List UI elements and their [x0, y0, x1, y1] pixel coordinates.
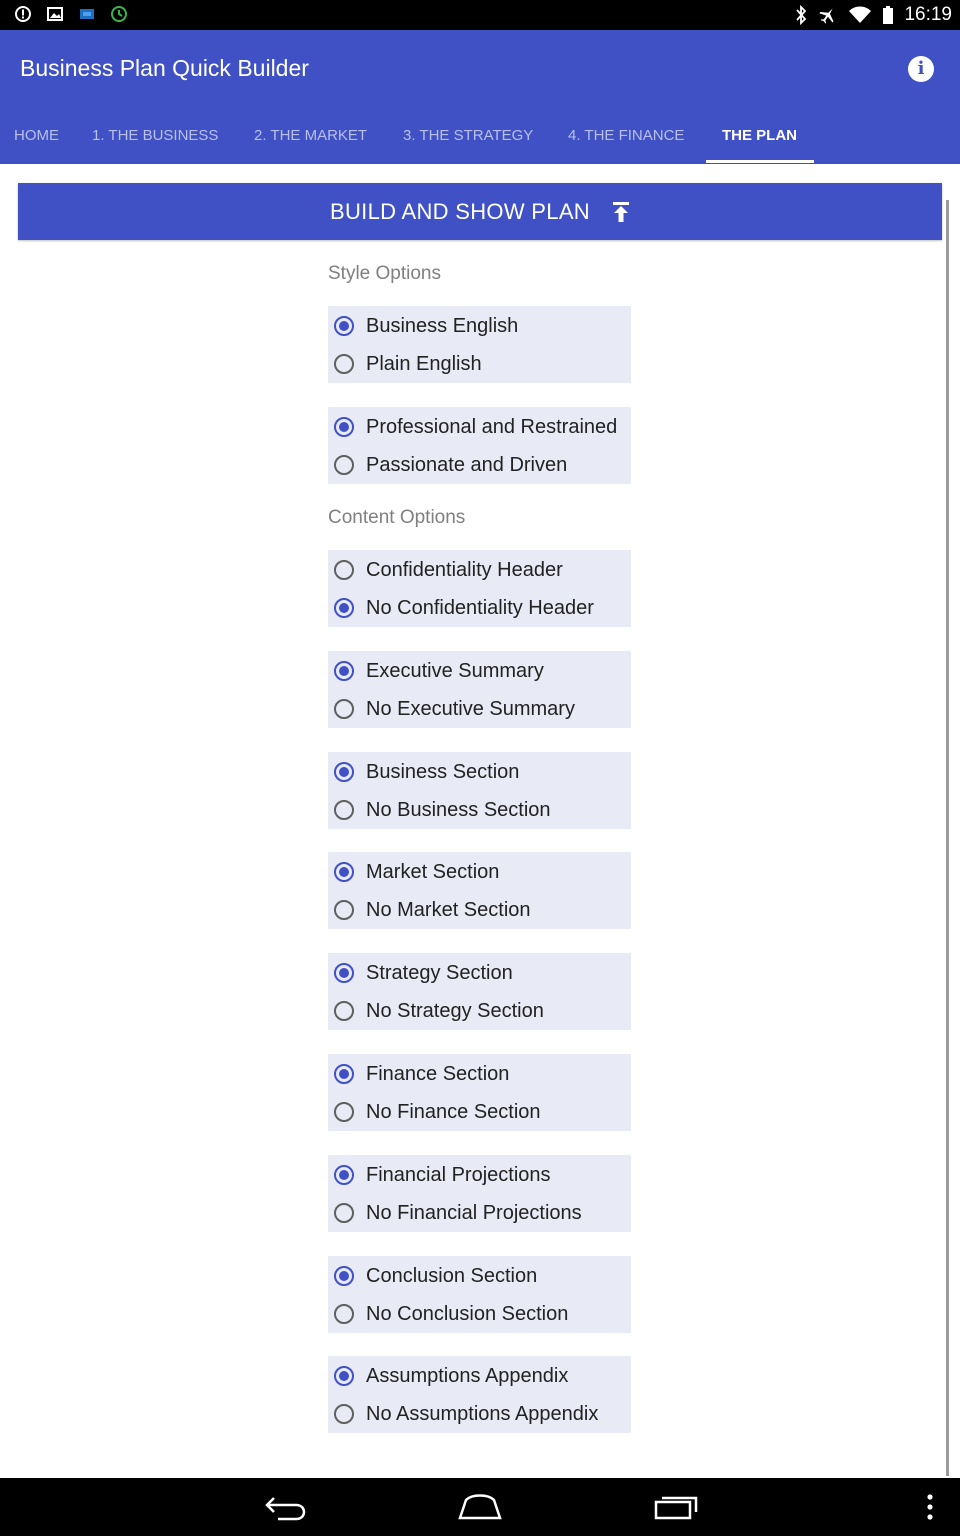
- clock: 16:19: [904, 4, 952, 25]
- radio-unselected[interactable]: [334, 1102, 354, 1122]
- home-button[interactable]: [456, 1492, 504, 1527]
- option-group-finance-section: Finance Section No Finance Section: [328, 1054, 631, 1131]
- system-icons: 16:19: [794, 4, 952, 26]
- option-group-confidentiality: Confidentiality Header No Confidentialit…: [328, 550, 631, 627]
- status-bar: 16:19: [0, 0, 960, 30]
- option-group-tone: Professional and Restrained Passionate a…: [328, 407, 631, 484]
- back-icon: [265, 1497, 306, 1521]
- option-executive-summary[interactable]: Executive Summary: [334, 656, 544, 686]
- radio-unselected[interactable]: [334, 1001, 354, 1021]
- option-group-executive-summary: Executive Summary No Executive Summary: [328, 651, 631, 728]
- system-nav-bar: [0, 1478, 960, 1536]
- tab-the-finance[interactable]: 4. THE FINANCE: [568, 122, 684, 164]
- image-icon: [46, 5, 64, 23]
- radio-selected[interactable]: [334, 1266, 354, 1286]
- radio-selected[interactable]: [334, 1366, 354, 1386]
- option-no-market-section[interactable]: No Market Section: [334, 895, 531, 925]
- option-strategy-section[interactable]: Strategy Section: [334, 958, 513, 988]
- radio-selected[interactable]: [334, 316, 354, 336]
- radio-unselected[interactable]: [334, 354, 354, 374]
- tab-the-plan[interactable]: THE PLAN: [722, 122, 797, 164]
- tab-home[interactable]: HOME: [14, 122, 59, 164]
- radio-unselected[interactable]: [334, 560, 354, 580]
- option-no-business-section[interactable]: No Business Section: [334, 795, 551, 825]
- option-group-assumptions-appendix: Assumptions Appendix No Assumptions Appe…: [328, 1356, 631, 1433]
- battery-icon: [883, 6, 894, 24]
- style-options-heading: Style Options: [328, 263, 441, 284]
- overflow-menu-button[interactable]: [924, 1492, 936, 1527]
- option-confidentiality-header[interactable]: Confidentiality Header: [334, 555, 563, 585]
- recents-button[interactable]: [654, 1492, 698, 1527]
- active-tab-indicator: [706, 160, 814, 163]
- radio-selected[interactable]: [334, 661, 354, 681]
- airplane-icon: [819, 8, 834, 24]
- option-no-financial-projections[interactable]: No Financial Projections: [334, 1198, 582, 1228]
- option-passionate-and-driven[interactable]: Passionate and Driven: [334, 450, 567, 480]
- option-market-section[interactable]: Market Section: [334, 857, 499, 887]
- wifi-icon: [849, 6, 872, 23]
- option-finance-section[interactable]: Finance Section: [334, 1059, 509, 1089]
- radio-selected[interactable]: [334, 963, 354, 983]
- radio-unselected[interactable]: [334, 699, 354, 719]
- back-button[interactable]: [264, 1492, 308, 1527]
- app-icon: [78, 5, 96, 23]
- tab-bar: HOME 1. THE BUSINESS 2. THE MARKET 3. TH…: [0, 122, 960, 164]
- content-options-heading: Content Options: [328, 507, 466, 528]
- option-group-financial-projections: Financial Projections No Financial Proje…: [328, 1155, 631, 1232]
- option-no-confidentiality-header[interactable]: No Confidentiality Header: [334, 593, 594, 623]
- option-no-executive-summary[interactable]: No Executive Summary: [334, 694, 575, 724]
- radio-unselected[interactable]: [334, 1404, 354, 1424]
- app-bar: Business Plan Quick Builder i HOME 1. TH…: [0, 30, 960, 164]
- timer-icon: [110, 5, 128, 23]
- option-group-market-section: Market Section No Market Section: [328, 852, 631, 929]
- upload-icon: [612, 201, 629, 222]
- option-assumptions-appendix[interactable]: Assumptions Appendix: [334, 1361, 568, 1391]
- option-no-assumptions-appendix[interactable]: No Assumptions Appendix: [334, 1399, 598, 1429]
- option-no-finance-section[interactable]: No Finance Section: [334, 1097, 541, 1127]
- tab-the-business[interactable]: 1. THE BUSINESS: [92, 122, 218, 164]
- radio-unselected[interactable]: [334, 455, 354, 475]
- option-business-section[interactable]: Business Section: [334, 757, 519, 787]
- radio-selected[interactable]: [334, 762, 354, 782]
- build-button-label: BUILD AND SHOW PLAN: [330, 198, 590, 224]
- option-group-strategy-section: Strategy Section No Strategy Section: [328, 953, 631, 1030]
- option-group-business-section: Business Section No Business Section: [328, 752, 631, 829]
- home-icon: [458, 1494, 502, 1520]
- build-and-show-plan-button[interactable]: BUILD AND SHOW PLAN: [18, 183, 942, 240]
- bluetooth-icon: [796, 5, 807, 25]
- notification-icons: [14, 5, 128, 23]
- option-financial-projections[interactable]: Financial Projections: [334, 1160, 551, 1190]
- option-plain-english[interactable]: Plain English: [334, 349, 482, 379]
- option-no-strategy-section[interactable]: No Strategy Section: [334, 996, 544, 1026]
- info-icon: i: [917, 58, 925, 79]
- radio-selected[interactable]: [334, 598, 354, 618]
- scrollbar[interactable]: [946, 200, 949, 1476]
- option-business-english[interactable]: Business English: [334, 311, 518, 341]
- overflow-menu-icon: [927, 1494, 933, 1520]
- recents-icon: [654, 1496, 698, 1520]
- option-professional-and-restrained[interactable]: Professional and Restrained: [334, 412, 617, 442]
- radio-unselected[interactable]: [334, 1304, 354, 1324]
- radio-selected[interactable]: [334, 417, 354, 437]
- alert-icon: [14, 5, 32, 23]
- radio-unselected[interactable]: [334, 900, 354, 920]
- option-group-english: Business English Plain English: [328, 306, 631, 383]
- radio-selected[interactable]: [334, 862, 354, 882]
- tab-the-strategy[interactable]: 3. THE STRATEGY: [403, 122, 533, 164]
- option-conclusion-section[interactable]: Conclusion Section: [334, 1261, 537, 1291]
- radio-selected[interactable]: [334, 1165, 354, 1185]
- tab-the-market[interactable]: 2. THE MARKET: [254, 122, 367, 164]
- info-button[interactable]: i: [908, 56, 934, 82]
- option-no-conclusion-section[interactable]: No Conclusion Section: [334, 1299, 568, 1329]
- radio-selected[interactable]: [334, 1064, 354, 1084]
- option-group-conclusion-section: Conclusion Section No Conclusion Section: [328, 1256, 631, 1333]
- app-title: Business Plan Quick Builder: [20, 55, 309, 81]
- radio-unselected[interactable]: [334, 1203, 354, 1223]
- radio-unselected[interactable]: [334, 800, 354, 820]
